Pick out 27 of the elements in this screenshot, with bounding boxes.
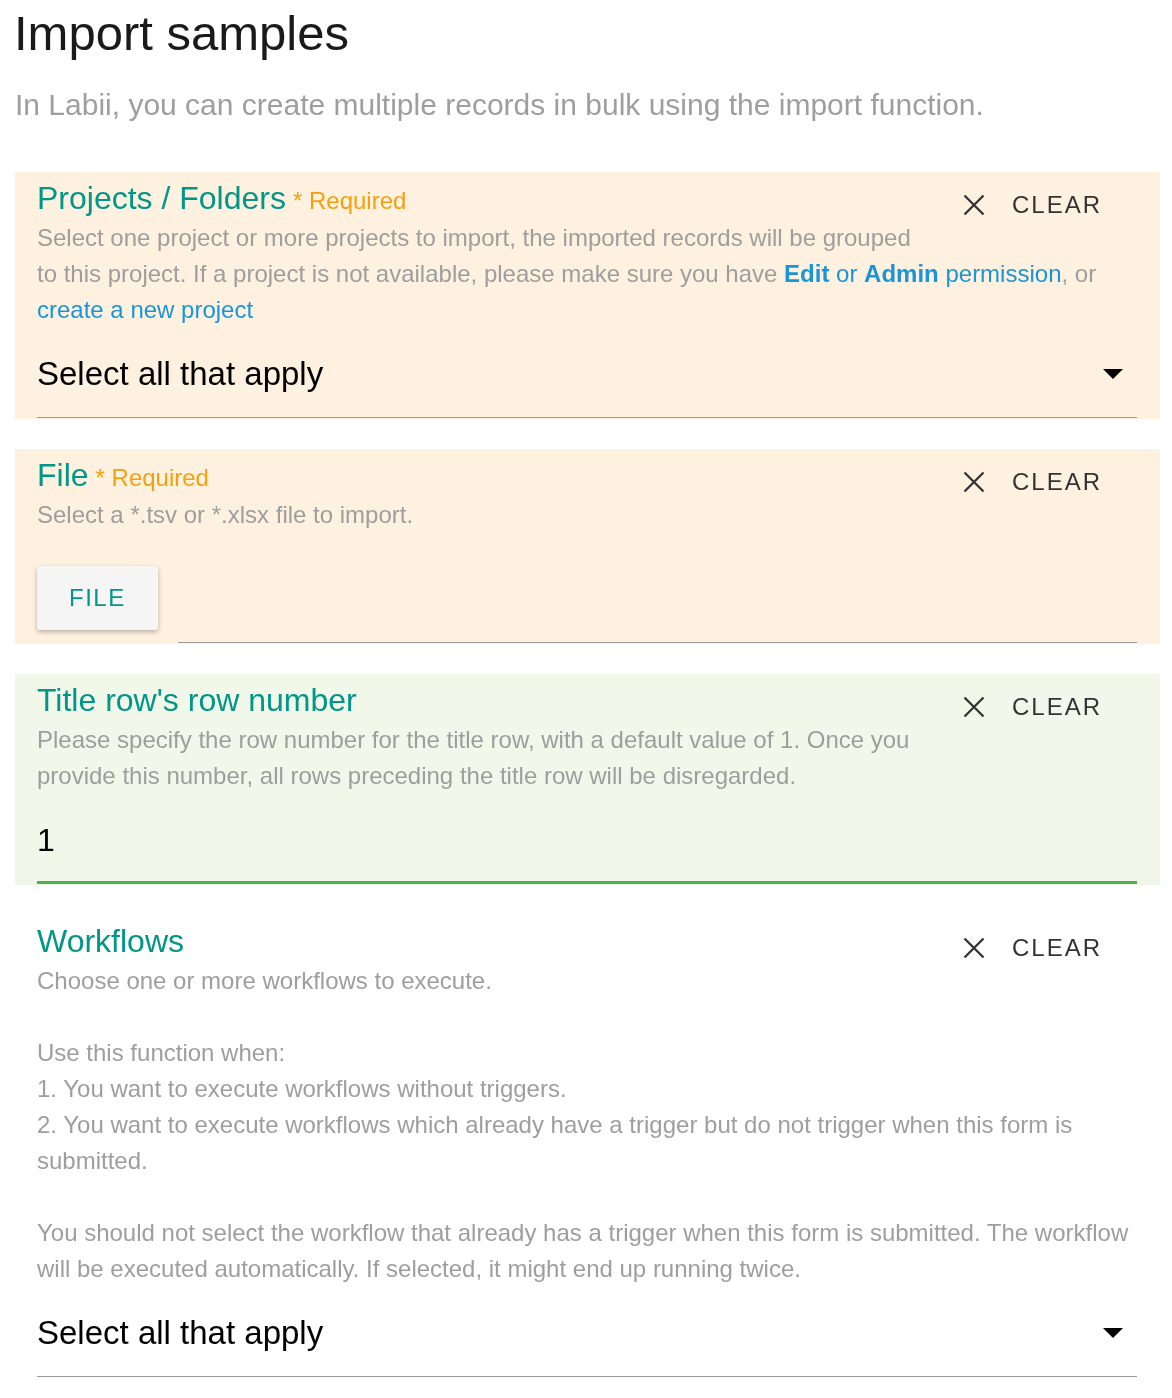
description-text: You should not select the workflow that already has a trigger when this form is submitted. The workflow will be executed automatically. If selected, it might end up running twice.: [37, 1218, 1130, 1284]
required-label: * Required: [95, 466, 209, 490]
caret-icon: [1103, 1328, 1123, 1338]
close-icon: [962, 194, 985, 216]
clear-button[interactable]: CLEAR: [946, 683, 1118, 731]
select-field[interactable]: Select all that apply: [37, 1299, 1137, 1377]
clear-button[interactable]: CLEAR: [946, 458, 1118, 506]
section-title: Workflows: [37, 922, 184, 961]
description-text: Select a *.tsv or *.xlsx file to import.: [37, 500, 415, 530]
select-field[interactable]: Select all that apply: [37, 340, 1137, 418]
required-label: * Required: [292, 189, 407, 213]
close-icon: [962, 471, 985, 493]
number-field[interactable]: 1: [37, 806, 1137, 884]
close-icon: [962, 696, 985, 718]
section-title: Title row's row number: [37, 681, 357, 720]
description-text: Use this function when:: [37, 1038, 287, 1068]
page-title: Import samples: [14, 5, 350, 61]
description-text: Choose one or more workflows to execute.: [37, 966, 493, 996]
close-icon: [962, 937, 985, 959]
clear-button[interactable]: CLEAR: [946, 924, 1118, 972]
caret-icon: [1103, 369, 1123, 379]
section-title: File: [37, 456, 89, 495]
description-text: 1. You want to execute workflows without triggers.: [37, 1074, 568, 1104]
description-text: 2. You want to execute workflows which already have a trigger but do not trigger when this form is submitted.: [37, 1110, 1074, 1176]
page-subtitle: In Labii, you can create multiple records in bulk using the import function.: [15, 87, 985, 123]
section-title: Projects / Folders: [37, 179, 286, 218]
description-text: Please specify the row number for the title row, with a default value of 1. Once you provide this number, all rows preceding the title row will be disregarded.: [37, 725, 911, 791]
